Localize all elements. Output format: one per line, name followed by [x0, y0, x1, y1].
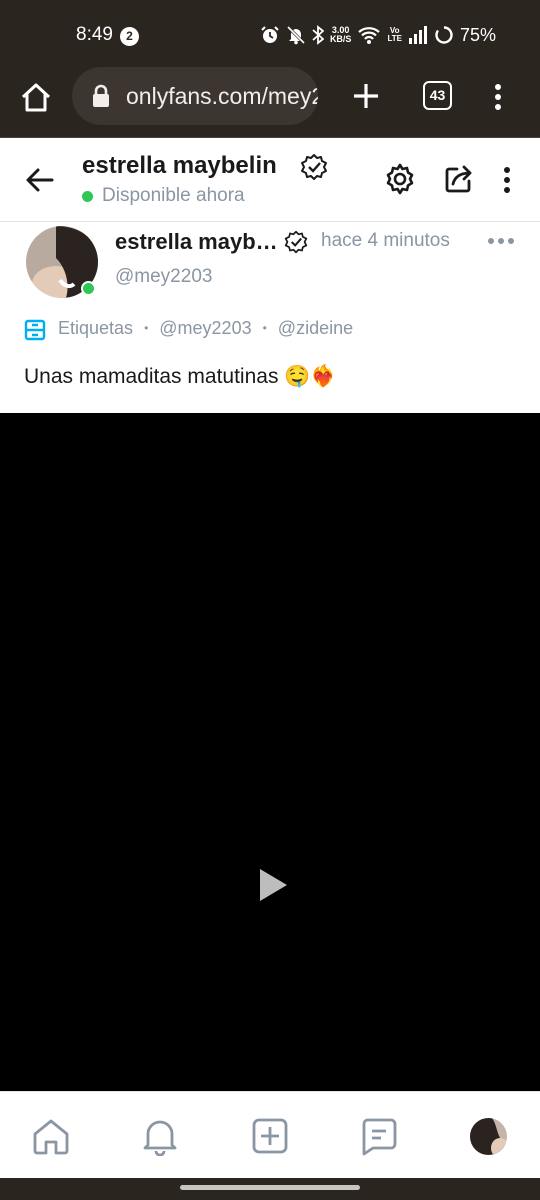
availability-status: Disponible ahora	[102, 185, 245, 206]
more-vertical-icon[interactable]	[486, 82, 510, 112]
tag-icon	[24, 319, 46, 341]
volte-indicator: Vo LTE	[387, 26, 402, 43]
network-speed: 3.00 KB/S	[329, 25, 352, 44]
tag-link[interactable]: @zideine	[278, 318, 353, 338]
add-post-icon[interactable]	[250, 1116, 290, 1156]
post-author-handle[interactable]: @mey2203	[115, 266, 212, 288]
profile-header: estrella maybelin Disponible ahora	[0, 138, 540, 222]
url-text: onlyfans.com/mey2203	[126, 83, 318, 109]
video-player[interactable]	[0, 413, 540, 1091]
tags-label: Etiquetas	[58, 318, 134, 338]
share-icon[interactable]	[443, 163, 475, 195]
tag-list: Etiquetas • @mey2203 • @zideine	[58, 318, 354, 338]
bluetooth-icon	[312, 25, 324, 45]
notification-count-badge: 2	[120, 27, 139, 46]
alarm-icon	[261, 26, 279, 43]
gear-icon[interactable]	[384, 163, 416, 195]
battery-percent: 75%	[459, 24, 496, 45]
profile-name[interactable]: estrella maybelin	[82, 152, 277, 180]
more-vertical-icon[interactable]	[496, 165, 518, 195]
status-bar: 8:49 2 3.00 KB/S Vo LTE 75%	[0, 0, 540, 66]
post-page: estrella maybelin Disponible ahora estre…	[0, 138, 540, 413]
lock-icon	[93, 84, 109, 107]
post-text: Unas mamaditas matutinas 🤤❤️‍🔥	[24, 365, 337, 388]
battery-icon	[435, 26, 453, 44]
tag-link[interactable]: @mey2203	[159, 318, 251, 338]
verified-badge-icon	[301, 154, 327, 180]
bell-icon[interactable]	[140, 1116, 180, 1156]
browser-toolbar: onlyfans.com/mey2203 43	[0, 66, 540, 138]
gesture-area	[0, 1178, 540, 1200]
gesture-bar[interactable]	[180, 1185, 360, 1190]
verified-badge-icon	[284, 230, 308, 254]
messages-icon[interactable]	[359, 1116, 399, 1156]
home-icon[interactable]	[31, 1116, 71, 1156]
arrow-left-icon[interactable]	[24, 164, 56, 196]
avatar[interactable]	[470, 1118, 507, 1155]
address-bar[interactable]: onlyfans.com/mey2203	[72, 67, 318, 125]
post-author-name[interactable]: estrella mayb…	[115, 229, 278, 255]
wifi-icon	[358, 27, 381, 44]
post-timestamp: hace 4 minutos	[321, 230, 450, 251]
status-icons: 3.00 KB/S Vo LTE 75%	[260, 22, 496, 48]
play-icon[interactable]	[258, 867, 288, 903]
online-indicator	[81, 281, 96, 296]
signal-icon	[408, 26, 427, 44]
tab-switcher-button[interactable]: 43	[423, 81, 452, 110]
bottom-navigation	[0, 1091, 540, 1178]
status-time: 8:49	[76, 24, 113, 45]
plus-icon[interactable]	[350, 80, 382, 112]
online-indicator	[82, 191, 93, 202]
more-horizontal-icon[interactable]	[487, 234, 515, 248]
home-icon[interactable]	[18, 80, 54, 116]
bell-off-icon	[286, 25, 305, 45]
